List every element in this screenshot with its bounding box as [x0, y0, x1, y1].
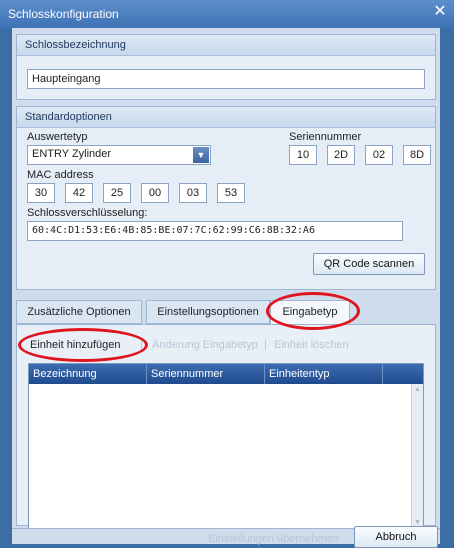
- config-window: Schlosskonfiguration ✕ Schlossbezeichnun…: [0, 0, 454, 548]
- title-bar: Schlosskonfiguration ✕: [0, 0, 454, 28]
- grid-scrollbar[interactable]: ▲ ▼: [411, 384, 423, 528]
- column-unit-type[interactable]: Einheitentyp: [265, 364, 383, 384]
- mac-byte-4[interactable]: 00: [141, 183, 169, 203]
- encryption-key-input[interactable]: 60:4C:D1:53:E6:4B:85:BE:07:7C:62:99:C6:8…: [27, 221, 403, 241]
- serial-byte-4[interactable]: 8D: [403, 145, 431, 165]
- cancel-button[interactable]: Abbruch: [354, 526, 438, 548]
- scroll-up-icon[interactable]: ▲: [414, 386, 421, 393]
- lock-name-header: Schlossbezeichnung: [17, 35, 435, 56]
- tab-additional-options[interactable]: Zusätzliche Optionen: [16, 300, 142, 324]
- divider-2: |: [264, 339, 267, 351]
- mac-byte-1[interactable]: 30: [27, 183, 55, 203]
- mac-byte-6[interactable]: 53: [217, 183, 245, 203]
- standard-options-header: Standardoptionen: [17, 107, 435, 128]
- grid-header: Bezeichnung Seriennummer Einheitentyp: [29, 364, 423, 384]
- qr-scan-button[interactable]: QR Code scannen: [313, 253, 425, 275]
- eval-type-label: Auswertetyp: [27, 131, 88, 143]
- tab-settings-options[interactable]: Einstellungsoptionen: [146, 300, 270, 324]
- chevron-down-icon[interactable]: ▼: [193, 147, 209, 163]
- serial-label: Seriennummer: [289, 131, 362, 143]
- highlight-ring-add-unit: [18, 328, 148, 362]
- encryption-label: Schlossverschlüsselung:: [27, 207, 148, 219]
- scroll-down-icon[interactable]: ▼: [414, 519, 421, 526]
- serial-byte-2[interactable]: 2D: [327, 145, 355, 165]
- delete-unit-button[interactable]: Einheit löschen: [274, 335, 349, 355]
- window-content: Schlossbezeichnung Haupteingang Standard…: [12, 28, 440, 548]
- column-serial[interactable]: Seriennummer: [147, 364, 265, 384]
- eval-type-select[interactable]: ENTRY Zylinder ▼: [27, 145, 211, 165]
- standard-options-section: Standardoptionen Auswertetyp ENTRY Zylin…: [16, 106, 436, 290]
- column-name[interactable]: Bezeichnung: [29, 364, 147, 384]
- mac-label: MAC address: [27, 169, 94, 181]
- serial-byte-3[interactable]: 02: [365, 145, 393, 165]
- units-grid[interactable]: Bezeichnung Seriennummer Einheitentyp ▲ …: [28, 363, 424, 529]
- mac-byte-3[interactable]: 25: [103, 183, 131, 203]
- change-input-type-button[interactable]: Änderung Eingabetyp: [152, 335, 258, 355]
- window-title: Schlosskonfiguration: [8, 7, 119, 21]
- serial-byte-1[interactable]: 10: [289, 145, 317, 165]
- mac-byte-5[interactable]: 03: [179, 183, 207, 203]
- highlight-ring-tab: [266, 292, 360, 330]
- eval-type-value: ENTRY Zylinder: [32, 148, 112, 160]
- mac-byte-2[interactable]: 42: [65, 183, 93, 203]
- close-icon[interactable]: ✕: [432, 4, 448, 20]
- lock-name-input[interactable]: Haupteingang: [27, 69, 425, 89]
- apply-settings-button[interactable]: Einstellungen übernehmen: [208, 533, 339, 545]
- lock-name-section: Schlossbezeichnung Haupteingang: [16, 34, 436, 100]
